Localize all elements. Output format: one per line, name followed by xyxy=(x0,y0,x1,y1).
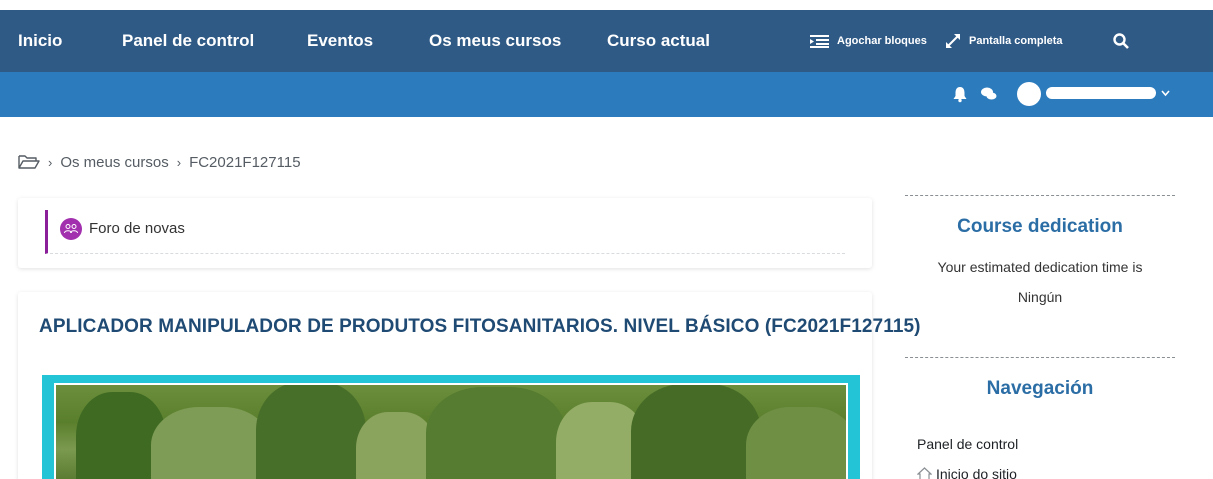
search-icon[interactable] xyxy=(1113,33,1129,49)
course-photo xyxy=(54,383,848,479)
nav-block-dashboard[interactable]: Panel de control xyxy=(917,436,1018,452)
nav-dashboard[interactable]: Panel de control xyxy=(122,10,254,72)
chevron-down-icon[interactable] xyxy=(1161,90,1170,97)
breadcrumb-course[interactable]: FC2021F127115 xyxy=(189,154,300,171)
home-icon xyxy=(917,467,932,479)
nav-current-course[interactable]: Curso actual xyxy=(607,10,710,72)
chevron-right-icon: › xyxy=(176,154,182,170)
user-name-redacted[interactable] xyxy=(1046,87,1156,99)
course-title: APLICADOR MANIPULADOR DE PRODUTOS FITOSA… xyxy=(39,316,921,337)
hide-blocks-button[interactable]: Agochar bloques xyxy=(810,10,927,72)
forum-card: Foro de novas xyxy=(18,198,872,268)
hide-blocks-label: Agochar bloques xyxy=(837,35,927,47)
bell-icon[interactable] xyxy=(950,84,970,104)
forum-activity: Foro de novas xyxy=(45,210,845,254)
folder-icon[interactable] xyxy=(18,154,40,170)
avatar[interactable] xyxy=(1017,82,1041,106)
fullscreen-label: Pantalla completa xyxy=(969,35,1063,47)
course-image xyxy=(42,375,860,479)
nav-block-site-home-label: Inicio do sitio xyxy=(936,466,1017,479)
nav-home[interactable]: Inicio xyxy=(18,10,62,72)
dedication-value: Ningún xyxy=(1017,289,1063,305)
hide-blocks-icon xyxy=(810,34,829,48)
people-icon xyxy=(64,224,78,234)
top-strip xyxy=(0,0,1213,10)
expand-icon xyxy=(946,34,960,48)
chat-icon[interactable] xyxy=(979,84,999,104)
forum-link[interactable]: Foro de novas xyxy=(89,220,185,237)
top-navbar: Inicio Panel de control Eventos Os meus … xyxy=(0,10,1213,72)
course-dedication-block: Course dedication Your estimated dedicat… xyxy=(905,195,1175,335)
nav-my-courses[interactable]: Os meus cursos xyxy=(429,10,561,72)
forum-icon xyxy=(60,218,82,240)
navigation-title: Navegación xyxy=(986,378,1094,399)
nav-block-site-home[interactable]: Inicio do sitio xyxy=(917,466,1017,479)
fullscreen-button[interactable]: Pantalla completa xyxy=(945,10,1063,72)
breadcrumb-my-courses[interactable]: Os meus cursos xyxy=(60,154,168,171)
course-dedication-title: Course dedication xyxy=(957,216,1123,237)
nav-events[interactable]: Eventos xyxy=(307,10,373,72)
dedication-text: Your estimated dedication time is xyxy=(937,259,1143,275)
chevron-right-icon: › xyxy=(48,154,53,170)
user-bar xyxy=(0,72,1213,117)
navigation-block: Navegación xyxy=(905,357,1175,437)
course-summary-card: APLICADOR MANIPULADOR DE PRODUTOS FITOSA… xyxy=(18,292,920,479)
breadcrumb: › Os meus cursos › FC2021F127115 xyxy=(18,150,301,174)
